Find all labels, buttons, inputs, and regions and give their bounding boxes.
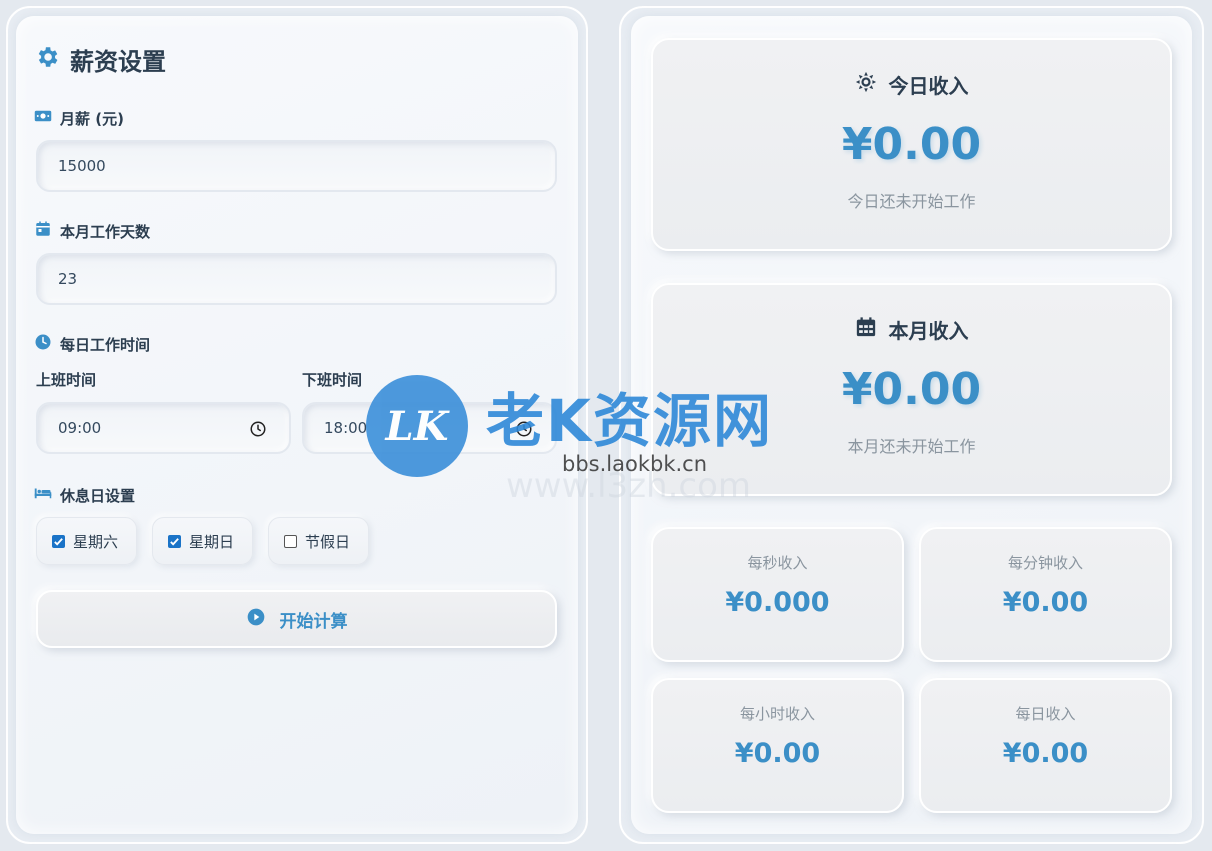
bed-icon (34, 484, 52, 506)
calendar-icon (34, 220, 52, 242)
checkbox-checked[interactable] (168, 534, 181, 548)
checkbox-checked[interactable] (52, 534, 65, 548)
month-income-header: 本月收入 (653, 315, 1170, 344)
sun-icon (855, 71, 877, 98)
per-second-value: ¥0.000 (725, 587, 830, 618)
start-time-label: 上班时间 (36, 371, 97, 389)
play-circle-icon (246, 607, 266, 632)
money-bill-icon (34, 107, 52, 129)
settings-title: 薪资设置 (34, 42, 166, 77)
end-time-label: 下班时间 (302, 371, 363, 389)
per-second-label: 每秒收入 (747, 554, 808, 572)
gear-icon (34, 44, 60, 76)
per-minute-label: 每分钟收入 (1007, 554, 1083, 572)
per-hour-value: ¥0.00 (734, 738, 821, 769)
end-time-input[interactable]: 18:00 (302, 402, 557, 454)
today-income-card: 今日收入 ¥0.00 今日还未开始工作 (651, 38, 1172, 251)
rest-label: 休息日设置 (34, 484, 135, 506)
clock-picker-icon[interactable] (515, 420, 533, 438)
month-income-card: 本月收入 ¥0.00 本月还未开始工作 (651, 283, 1172, 496)
month-income-value: ¥0.00 (841, 364, 982, 415)
checkbox-unchecked[interactable] (284, 534, 297, 548)
settings-title-text: 薪资设置 (70, 48, 166, 76)
rest-day-saturday[interactable]: 星期六 (36, 517, 137, 565)
per-day-label: 每日收入 (1015, 705, 1076, 723)
today-income-value: ¥0.00 (841, 119, 982, 170)
today-income-header: 今日收入 (653, 70, 1170, 99)
workdays-input[interactable]: 23 (36, 253, 557, 305)
per-day-value: ¥0.00 (1002, 738, 1089, 769)
per-second-card: 每秒收入 ¥0.000 (651, 527, 904, 662)
rest-day-holiday[interactable]: 节假日 (268, 517, 369, 565)
per-hour-card: 每小时收入 ¥0.00 (651, 678, 904, 813)
rest-day-sunday[interactable]: 星期日 (152, 517, 253, 565)
start-calculation-button[interactable]: 开始计算 (36, 590, 557, 648)
per-day-card: 每日收入 ¥0.00 (919, 678, 1172, 813)
worktime-label: 每日工作时间 (34, 333, 150, 355)
salary-input[interactable]: 15000 (36, 140, 557, 192)
salary-label: 月薪 (元) (34, 107, 124, 129)
start-time-input[interactable]: 09:00 (36, 402, 291, 454)
today-income-note: 今日还未开始工作 (847, 192, 976, 211)
per-hour-label: 每小时收入 (739, 705, 815, 723)
per-minute-card: 每分钟收入 ¥0.00 (919, 527, 1172, 662)
per-minute-value: ¥0.00 (1002, 587, 1089, 618)
clock-picker-icon[interactable] (249, 420, 267, 438)
calendar-grid-icon (855, 316, 877, 343)
workdays-label: 本月工作天数 (34, 220, 150, 242)
clock-icon (34, 333, 52, 355)
month-income-note: 本月还未开始工作 (847, 437, 976, 456)
